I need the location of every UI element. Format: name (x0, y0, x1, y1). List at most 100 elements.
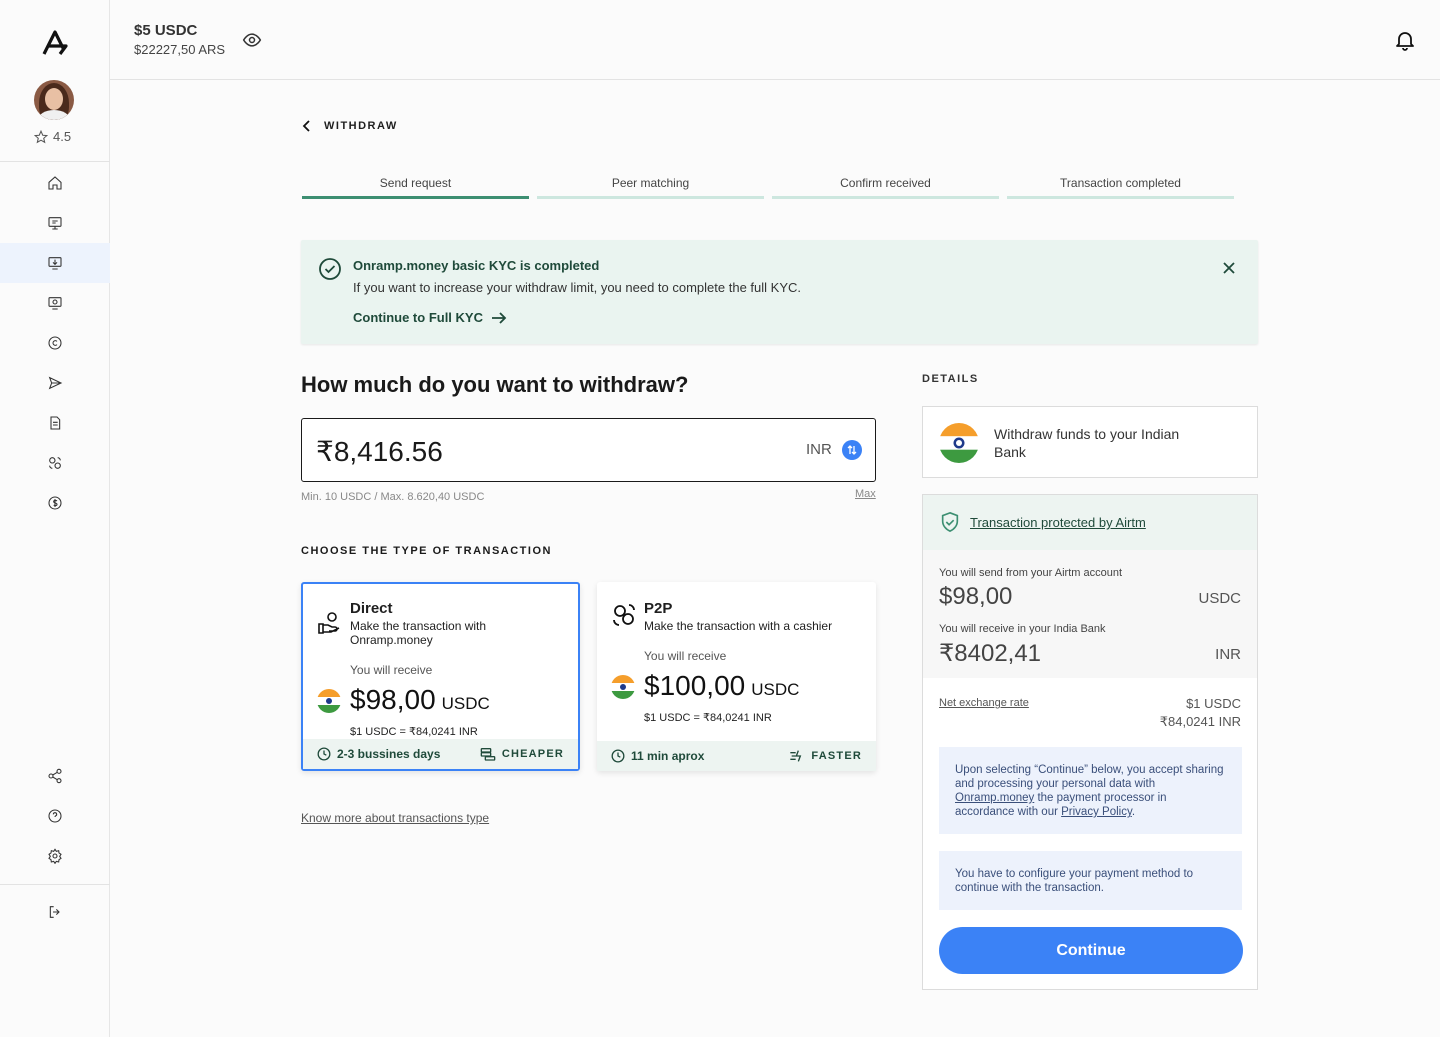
step-bar (302, 196, 529, 199)
step-peer-matching: Peer matching (537, 176, 764, 199)
logout-icon (49, 906, 60, 918)
card-amount: $98,00 USDC (350, 684, 490, 716)
onramp-link[interactable]: Onramp.money (955, 792, 1034, 804)
transaction-summary: You will send from your Airtm account $9… (923, 550, 1257, 678)
max-link[interactable]: Max (855, 488, 876, 500)
share-icon (48, 768, 62, 784)
send-label: You will send from your Airtm account (939, 567, 1123, 579)
card-amount-value: $100,00 (644, 670, 746, 701)
kyc-message: If you want to increase your withdraw li… (353, 280, 801, 295)
amount-input[interactable]: ₹8,416.56 INR (301, 418, 876, 482)
bank-text: Withdraw funds to your Indian Bank (994, 426, 1180, 460)
transaction-type-direct[interactable]: Direct Make the transaction with Onramp.… (301, 582, 580, 771)
fast-forward-icon (790, 750, 802, 762)
chevron-left-icon (302, 120, 310, 132)
bell-icon[interactable] (1393, 28, 1417, 52)
nav-home[interactable] (0, 163, 110, 203)
nav-p2p[interactable] (0, 443, 110, 483)
send-currency: USDC (1198, 590, 1241, 607)
choose-type-label: CHOOSE THE TYPE OF TRANSACTION (301, 545, 552, 557)
dollar-icon (48, 496, 62, 510)
receive-label: You will receive in your India Bank (939, 623, 1106, 635)
card-time: 2-3 bussines days (317, 747, 440, 761)
settings-icon (48, 848, 62, 864)
p2p-icon (49, 457, 61, 469)
close-icon[interactable] (1221, 260, 1237, 276)
swap-currency-button[interactable] (842, 440, 862, 460)
nav-logout[interactable] (0, 892, 110, 932)
step-bar (537, 196, 764, 199)
send-value: $98,00 (939, 583, 1013, 610)
transaction-type-p2p[interactable]: P2P Make the transaction with a cashier … (597, 582, 876, 771)
nav-exchange[interactable] (0, 203, 110, 243)
home-icon (48, 176, 62, 190)
balance-usdc: $5 USDC (134, 22, 198, 39)
shield-check-icon (941, 511, 959, 533)
user-rating: 4.5 (34, 129, 71, 144)
nav-deposit[interactable] (0, 283, 110, 323)
withdraw-icon (48, 257, 62, 270)
nav-share[interactable] (0, 756, 110, 796)
kyc-title: Onramp.money basic KYC is completed (353, 258, 600, 273)
sidebar: 4.5 (0, 0, 110, 1037)
nav-dollar[interactable] (0, 483, 110, 523)
card-rate: $1 USDC = ₹84,0241 INR (350, 726, 478, 738)
amount-currency: INR (806, 441, 832, 458)
net-exchange-rate-link[interactable]: Net exchange rate (939, 697, 1029, 709)
eye-icon[interactable] (241, 30, 263, 50)
card-tag: CHEAPER (480, 747, 564, 761)
coins-icon (480, 748, 496, 761)
kyc-banner: Onramp.money basic KYC is completed If y… (301, 240, 1258, 344)
deposit-icon (48, 297, 62, 310)
protected-link[interactable]: Transaction protected by Airtm (970, 515, 1146, 530)
protection-banner: Transaction protected by Airtm (923, 495, 1257, 550)
step-label: Peer matching (611, 176, 690, 190)
configure-notice: You have to configure your payment metho… (939, 851, 1242, 910)
avatar[interactable] (34, 80, 74, 120)
nav-send[interactable] (0, 363, 110, 403)
card-time: 11 min aprox (611, 749, 704, 763)
nav-settings[interactable] (0, 836, 110, 876)
clock-icon (317, 747, 331, 761)
back-label: WITHDRAW (324, 120, 398, 132)
card-receive-label: You will receive (350, 663, 433, 677)
airtm-logo-icon[interactable] (40, 28, 70, 58)
withdraw-question: How much do you want to withdraw? (301, 372, 689, 397)
card-footer: 11 min aprox FASTER (597, 741, 876, 771)
receive-value: ₹8402,41 (939, 640, 1042, 667)
step-label: Confirm received (840, 176, 931, 190)
check-circle-icon (319, 258, 341, 280)
back-button[interactable]: WITHDRAW (302, 120, 398, 132)
nav-help[interactable] (0, 796, 110, 836)
hand-coin-icon (318, 612, 340, 634)
rating-value: 4.5 (53, 129, 72, 144)
know-more-link[interactable]: Know more about transactions type (301, 811, 489, 825)
card-time-text: 2-3 bussines days (337, 747, 441, 761)
clock-icon (611, 749, 625, 763)
step-transaction-completed: Transaction completed (1007, 176, 1234, 199)
step-confirm-received: Confirm received (772, 176, 999, 199)
rate-inr: ₹84,0241 INR (1159, 714, 1241, 729)
nav-coin[interactable] (0, 323, 110, 363)
consent-text-3: . (1131, 806, 1136, 818)
balance-ars: $22227,50 ARS (134, 42, 226, 57)
rate-usdc: $1 USDC (1186, 696, 1241, 711)
nav-documents[interactable] (0, 403, 110, 443)
step-label: Send request (379, 176, 452, 190)
step-bar (772, 196, 999, 199)
card-footer: 2-3 bussines days CHEAPER (303, 739, 578, 769)
full-kyc-link[interactable]: Continue to Full KYC (353, 310, 507, 325)
card-title: P2P (644, 600, 673, 617)
receive-currency: INR (1215, 646, 1241, 663)
privacy-policy-link[interactable]: Privacy Policy (1061, 806, 1132, 818)
card-tag: FASTER (789, 749, 862, 763)
card-amount-unit: USDC (441, 694, 490, 713)
details-label: DETAILS (922, 373, 979, 385)
transaction-details: Transaction protected by Airtm You will … (922, 494, 1258, 990)
continue-button[interactable]: Continue (939, 927, 1243, 974)
send-icon (48, 376, 63, 390)
step-send-request: Send request (302, 176, 529, 199)
amount-value: ₹8,416.56 (316, 436, 443, 467)
nav-withdraw[interactable] (0, 243, 110, 283)
card-amount: $100,00 USDC (644, 670, 799, 702)
